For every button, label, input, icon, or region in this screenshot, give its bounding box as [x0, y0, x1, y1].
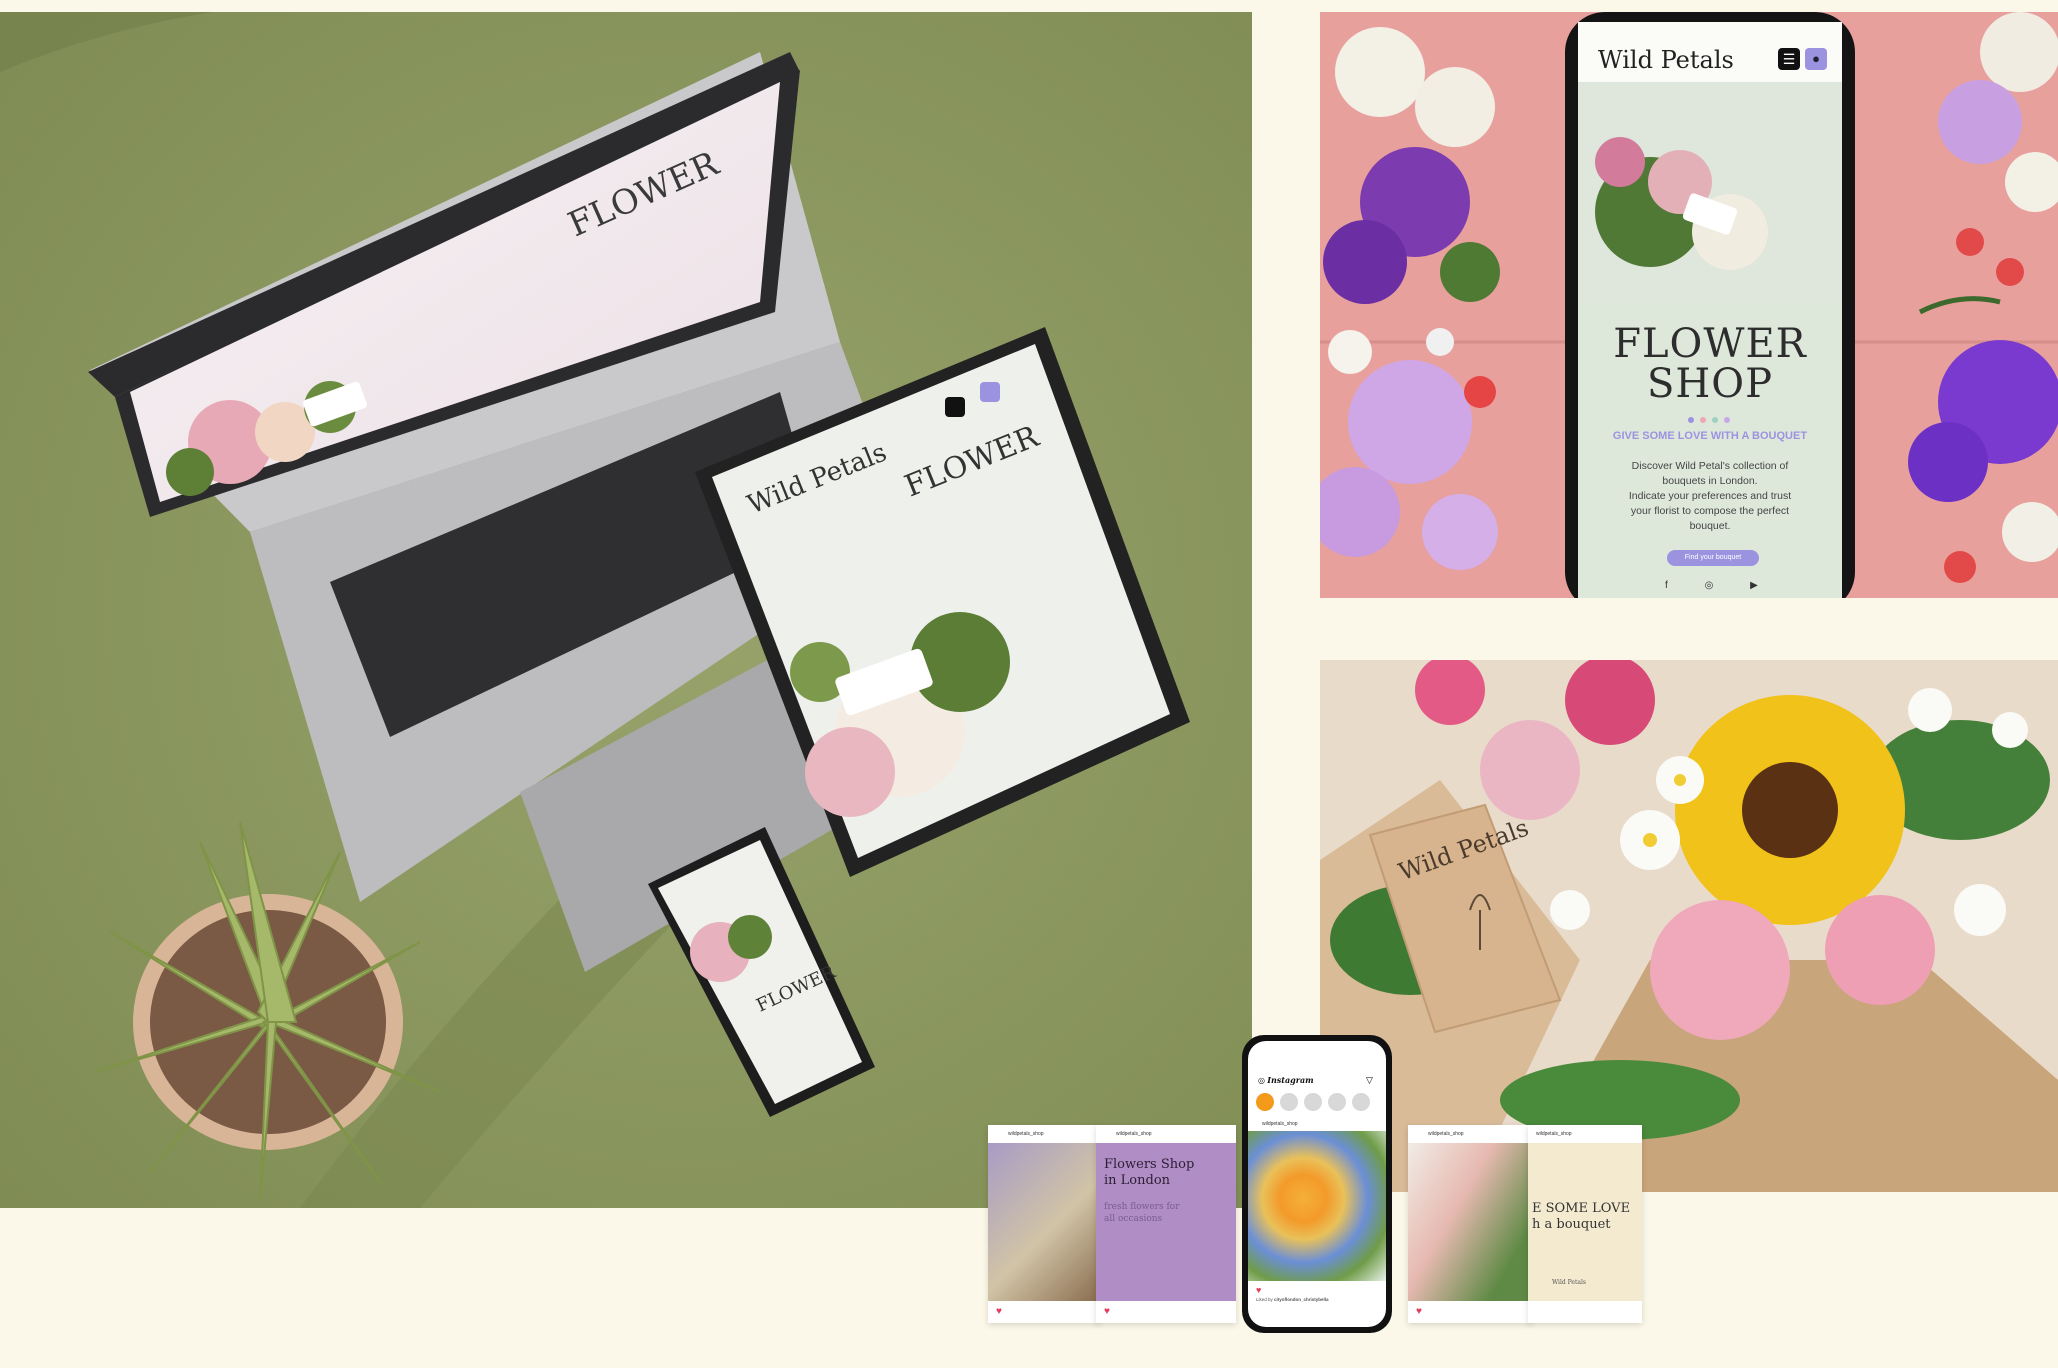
instagram-post: wildpetals_shop E SOME LOVE h a bouquet … [1528, 1125, 1642, 1323]
youtube-icon[interactable]: ▶ [1750, 580, 1758, 591]
heart-icon[interactable]: ♥ [996, 1306, 1002, 1317]
story-avatar[interactable] [1256, 1093, 1274, 1111]
post-image-bouquet [1248, 1131, 1386, 1281]
post-subtitle: fresh flowers for all occasions [1104, 1201, 1180, 1225]
story-avatar[interactable] [1304, 1093, 1322, 1111]
hero-body-line: Discover Wild Petal's collection of [1631, 460, 1789, 472]
camera-icon[interactable]: ◎ [1258, 1076, 1265, 1085]
phone-app-header: Wild Petals ☰ ● [1598, 42, 1828, 78]
brand-logo: Wild Petals [1598, 46, 1734, 74]
post-purple-card: Flowers Shop in London fresh flowers for… [1096, 1143, 1236, 1301]
hero-title-line2: SHOP [1647, 361, 1773, 407]
liked-by: Liked by cityoflondon_christybella [1256, 1297, 1329, 1302]
post-sub-line1: fresh flowers for [1104, 1202, 1180, 1212]
instagram-app-name: Instagram [1267, 1075, 1314, 1085]
instagram-feed-mockup: wildpetals_shop ♥ wildpetals_shop Flower… [988, 1035, 1654, 1333]
post-handle: wildpetals_shop [1262, 1121, 1298, 1127]
phone-on-pink-table-photo: Wild Petals ☰ ● FLOWER SHOP GIVE SOME LO… [1320, 12, 2058, 598]
post-love-line2: h a bouquet [1532, 1217, 1611, 1232]
liked-by-label: Liked by [1256, 1297, 1273, 1302]
post-love-sign: Wild Petals [1552, 1279, 1586, 1286]
heart-icon[interactable]: ♥ [1416, 1306, 1422, 1317]
hero-title-line1: FLOWER [1613, 321, 1807, 367]
heart-icon[interactable]: ♥ [1256, 1285, 1261, 1295]
phone-social-icons: f ◎ ▶ [1665, 580, 1758, 591]
hero-tagline: GIVE SOME LOVE WITH A BOUQUET [1612, 430, 1808, 442]
post-handle: wildpetals_shop [1008, 1131, 1044, 1137]
liked-by-users[interactable]: cityoflondon_christybella [1274, 1297, 1329, 1302]
heart-icon[interactable]: ♥ [1104, 1306, 1110, 1317]
direct-message-icon[interactable]: ▽ [1366, 1075, 1373, 1086]
menu-icon[interactable]: ☰ [1778, 48, 1800, 70]
post-handle: wildpetals_shop [1428, 1131, 1464, 1137]
post-sub-line2: all occasions [1104, 1214, 1163, 1224]
account-icon[interactable]: ● [1805, 48, 1827, 70]
hero-body: Discover Wild Petal's collection of bouq… [1588, 459, 1832, 534]
instagram-icon[interactable]: ◎ [1705, 580, 1714, 591]
post-love-line1: E SOME LOVE [1532, 1201, 1631, 1216]
story-avatar[interactable] [1352, 1093, 1370, 1111]
hero-title: FLOWER SHOP [1578, 324, 1842, 404]
facebook-icon[interactable]: f [1665, 580, 1668, 591]
post-love-text: E SOME LOVE h a bouquet [1532, 1201, 1630, 1233]
hero-body-line: your florist to compose the perfect [1630, 505, 1790, 517]
instagram-header: ◎ Instagram [1258, 1075, 1314, 1085]
hero-body-line: bouquet. [1689, 520, 1731, 532]
instagram-post: wildpetals_shop ♥ [988, 1125, 1100, 1323]
hero-body-line: bouquets in London. [1662, 475, 1758, 487]
post-image-florist [988, 1143, 1100, 1301]
post-cream-card: E SOME LOVE h a bouquet Wild Petals [1528, 1143, 1642, 1301]
post-title-line2: in London [1104, 1173, 1171, 1188]
post-title: Flowers Shop in London [1104, 1157, 1194, 1189]
stories-row [1256, 1093, 1370, 1116]
post-title-line1: Flowers Shop [1104, 1157, 1195, 1172]
hero-body-line: Indicate your preferences and trust [1628, 490, 1792, 502]
post-handle: wildpetals_shop [1116, 1131, 1152, 1137]
post-handle: wildpetals_shop [1536, 1131, 1572, 1137]
instagram-phone: ◎ Instagram ▽ wildpetals_shop ♥ Liked by… [1242, 1035, 1392, 1333]
post-image-arranging [1408, 1143, 1532, 1301]
devices-mockup-photo: FLOWER Wild Petals FLOWER FLOWER [0, 12, 1252, 1208]
find-bouquet-button[interactable]: Find your bouquet [1667, 550, 1759, 566]
bouquet-photo: Wild Petals [1320, 660, 2058, 1192]
instagram-post: wildpetals_shop Flowers Shop in London f… [1096, 1125, 1236, 1323]
instagram-post: wildpetals_shop ♥ [1408, 1125, 1532, 1323]
story-avatar[interactable] [1280, 1093, 1298, 1111]
story-avatar[interactable] [1328, 1093, 1346, 1111]
hero-dots [1685, 410, 1733, 428]
